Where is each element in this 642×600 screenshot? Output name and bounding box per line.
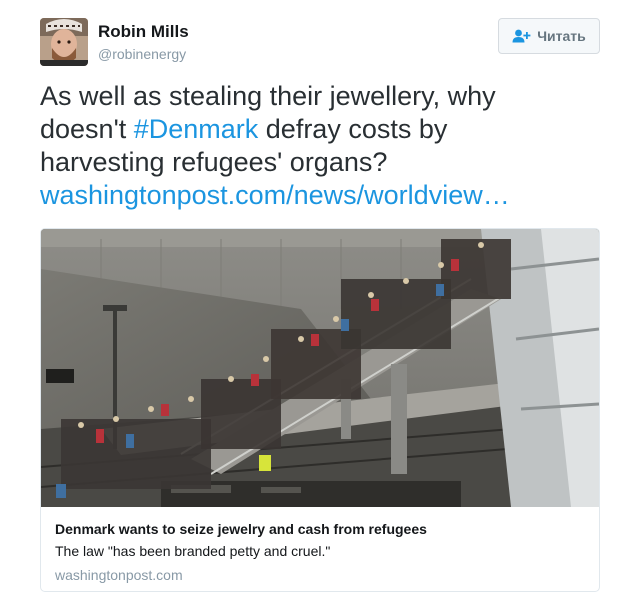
card-image[interactable] bbox=[41, 229, 599, 507]
follow-button[interactable]: Читать bbox=[498, 18, 600, 54]
tweet-line-3: harvesting refugees' organs? bbox=[40, 147, 388, 177]
tweet-line-2-start: doesn't bbox=[40, 114, 134, 144]
author-name[interactable]: Robin Mills bbox=[98, 22, 189, 42]
tweet-text: As well as stealing their jewellery, why… bbox=[40, 80, 600, 212]
tweet: Robin Mills @robinenergy Читать As well … bbox=[0, 0, 642, 600]
card-domain: washingtonpost.com bbox=[55, 567, 183, 583]
author-handle[interactable]: @robinenergy bbox=[98, 44, 189, 64]
follow-person-plus-icon bbox=[512, 29, 531, 43]
tweet-line-1: As well as stealing their jewellery, why bbox=[40, 81, 496, 111]
card-body: Denmark wants to seize jewelry and cash … bbox=[55, 519, 585, 585]
card-title[interactable]: Denmark wants to seize jewelry and cash … bbox=[55, 519, 585, 539]
avatar-photo bbox=[40, 18, 88, 66]
article-link[interactable]: washingtonpost.com/news/worldview… bbox=[40, 180, 510, 210]
author-names: Robin Mills @robinenergy bbox=[98, 22, 189, 64]
card-photo bbox=[41, 229, 599, 507]
tweet-line-2: doesn't #Denmark defray costs by bbox=[40, 113, 600, 146]
card-description: The law "has been branded petty and crue… bbox=[55, 543, 331, 559]
hashtag-link[interactable]: #Denmark bbox=[134, 114, 259, 144]
tweet-line-2-end: defray costs by bbox=[258, 114, 448, 144]
tweet-header: Robin Mills @robinenergy Читать bbox=[40, 18, 602, 68]
link-card[interactable]: Denmark wants to seize jewelry and cash … bbox=[40, 228, 600, 592]
avatar[interactable] bbox=[40, 18, 88, 66]
follow-button-label: Читать bbox=[537, 28, 586, 44]
